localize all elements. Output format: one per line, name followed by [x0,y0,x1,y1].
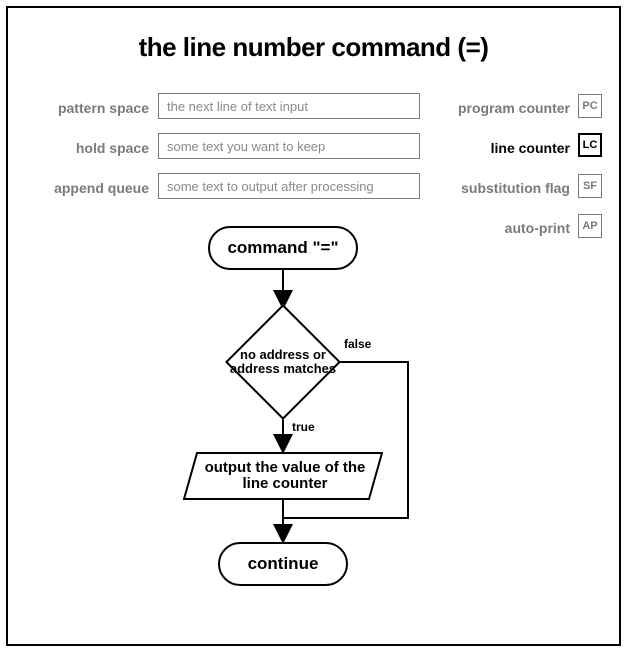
flow-decision: no address or address matches [229,308,337,416]
flow-decision-text: no address or address matches [229,308,337,416]
flow-edge-true: true [292,420,315,434]
flow-end: continue [218,542,348,586]
flow-start: command "=" [208,226,358,270]
flowchart: command "=" no address or address matche… [8,8,623,648]
flow-edge-false: false [344,337,371,351]
flow-process: output the value of the line counter [183,452,383,500]
diagram-frame: the line number command (=) pattern spac… [6,6,621,646]
flow-process-text: output the value of the line counter [197,452,373,500]
